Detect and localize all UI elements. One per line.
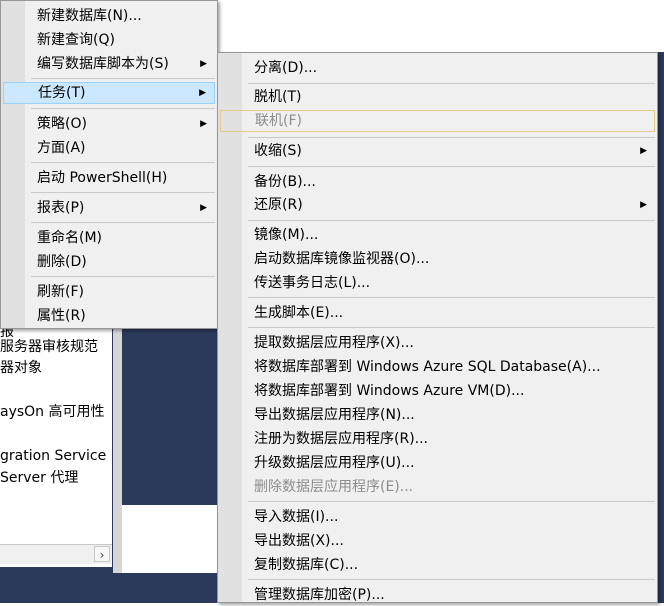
menu-separator xyxy=(31,162,215,163)
menu-separator xyxy=(248,166,655,167)
menu-item-label: 复制数据库(C)... xyxy=(254,557,359,573)
menu-item-label: 任务(T) xyxy=(38,85,86,101)
menu-item-label: 管理数据库加密(P)... xyxy=(254,587,385,603)
menu-item-label: 删除(D) xyxy=(37,254,87,270)
menu-item-deploy-to-azure-sql[interactable]: 将数据库部署到 Windows Azure SQL Database(A)... xyxy=(220,356,655,378)
menu-item-label: 脱机(T) xyxy=(254,89,302,105)
tree-item-alwayson[interactable]: aysOn 高可用性 xyxy=(0,401,105,423)
menu-item-label: 注册为数据层应用程序(R)... xyxy=(254,431,429,447)
menu-item-label: 新建数据库(N)... xyxy=(37,8,142,24)
menu-item-label: 重命名(M) xyxy=(37,230,103,246)
menu-item-label: 提取数据层应用程序(X)... xyxy=(254,335,414,351)
menu-item-import-data[interactable]: 导入数据(I)... xyxy=(220,506,655,528)
menu-item-tasks[interactable]: 任务(T) ▶ xyxy=(3,82,215,104)
menu-separator xyxy=(248,297,655,298)
menu-item-label: 编写数据库脚本为(S) xyxy=(37,56,169,72)
menu-item-backup[interactable]: 备份(B)... xyxy=(220,171,655,193)
menu-item-label: 属性(R) xyxy=(37,308,86,324)
horizontal-scrollbar[interactable]: › xyxy=(0,544,112,564)
menu-item-bring-online[interactable]: 联机(F) xyxy=(220,110,655,132)
menu-item-label: 将数据库部署到 Windows Azure VM(D)... xyxy=(254,383,525,399)
menu-item-label: 备份(B)... xyxy=(254,174,316,190)
database-context-menu: 新建数据库(N)... 新建查询(Q) 编写数据库脚本为(S) ▶ 任务(T) ▶ … xyxy=(0,0,218,329)
scroll-right-icon[interactable]: › xyxy=(94,546,110,562)
menu-item-new-query[interactable]: 新建查询(Q) xyxy=(3,29,215,51)
object-explorer-tree: 报 服务器审核规范 器对象 aysOn 高可用性 gration Service… xyxy=(0,327,112,567)
menu-separator xyxy=(31,192,215,193)
menu-item-label: 将数据库部署到 Windows Azure SQL Database(A)... xyxy=(254,359,601,375)
tasks-submenu: 分离(D)... 脱机(T) 联机(F) 收缩(S) ▶ 备份(B)... 还原(… xyxy=(217,52,658,603)
menu-separator xyxy=(248,83,655,84)
menu-item-deploy-to-azure-vm[interactable]: 将数据库部署到 Windows Azure VM(D)... xyxy=(220,380,655,402)
menu-item-refresh[interactable]: 刷新(F) xyxy=(3,281,215,303)
menu-item-label: 收缩(S) xyxy=(254,143,302,159)
menu-item-delete-data-tier-app[interactable]: 删除数据层应用程序(E)... xyxy=(220,476,655,498)
menu-item-properties[interactable]: 属性(R) xyxy=(3,305,215,327)
vertical-scrollbar[interactable] xyxy=(113,327,122,573)
menu-item-label: 导出数据层应用程序(N)... xyxy=(254,407,415,423)
menu-item-mirror[interactable]: 镜像(M)... xyxy=(220,224,655,246)
menu-item-label: 升级数据层应用程序(U)... xyxy=(254,455,415,471)
menu-item-label: 生成脚本(E)... xyxy=(254,305,344,321)
menu-item-export-data-tier-app[interactable]: 导出数据层应用程序(N)... xyxy=(220,404,655,426)
menu-item-launch-mirroring-monitor[interactable]: 启动数据库镜像监视器(O)... xyxy=(220,248,655,270)
menu-separator xyxy=(248,501,655,502)
menu-item-shrink[interactable]: 收缩(S) ▶ xyxy=(220,140,655,162)
menu-separator xyxy=(31,78,215,79)
menu-item-label: 报表(P) xyxy=(37,200,85,216)
submenu-arrow-icon: ▶ xyxy=(199,88,206,98)
menu-item-label: 导入数据(I)... xyxy=(254,509,339,525)
menu-item-script-database-as[interactable]: 编写数据库脚本为(S) ▶ xyxy=(3,53,215,75)
menu-item-label: 传送事务日志(L)... xyxy=(254,275,371,291)
menu-separator xyxy=(248,137,655,138)
menu-item-restore[interactable]: 还原(R) ▶ xyxy=(220,194,655,216)
menu-item-rename[interactable]: 重命名(M) xyxy=(3,227,215,249)
menu-item-ship-transaction-logs[interactable]: 传送事务日志(L)... xyxy=(220,272,655,294)
menu-item-policies[interactable]: 策略(O) ▶ xyxy=(3,113,215,135)
menu-item-delete[interactable]: 删除(D) xyxy=(3,251,215,273)
menu-item-label: 联机(F) xyxy=(255,113,302,129)
menu-item-export-data[interactable]: 导出数据(X)... xyxy=(220,530,655,552)
menu-item-extract-data-tier-app[interactable]: 提取数据层应用程序(X)... xyxy=(220,332,655,354)
menu-item-label: 策略(O) xyxy=(37,116,87,132)
menu-item-reports[interactable]: 报表(P) ▶ xyxy=(3,197,215,219)
menu-separator xyxy=(248,327,655,328)
menu-item-label: 镜像(M)... xyxy=(254,227,319,243)
menu-item-label: 启动 PowerShell(H) xyxy=(37,170,168,186)
submenu-arrow-icon: ▶ xyxy=(200,203,207,213)
menu-separator xyxy=(31,108,215,109)
menu-separator xyxy=(31,222,215,223)
menu-item-label: 还原(R) xyxy=(254,197,303,213)
tree-item-server-audit-spec[interactable]: 服务器审核规范 xyxy=(0,336,98,358)
menu-item-register-data-tier-app[interactable]: 注册为数据层应用程序(R)... xyxy=(220,428,655,450)
menu-separator xyxy=(31,276,215,277)
document-panel xyxy=(122,505,232,573)
tree-item-server-objects[interactable]: 器对象 xyxy=(0,357,42,379)
submenu-arrow-icon: ▶ xyxy=(640,146,647,156)
menu-item-label: 分离(D)... xyxy=(254,60,318,76)
submenu-arrow-icon: ▶ xyxy=(200,119,207,129)
tree-item-sql-agent[interactable]: Server 代理 xyxy=(0,467,78,489)
submenu-arrow-icon: ▶ xyxy=(200,59,207,69)
tree-item-integration-services[interactable]: gration Service xyxy=(0,445,106,467)
menu-item-start-powershell[interactable]: 启动 PowerShell(H) xyxy=(3,167,215,189)
menu-item-new-database[interactable]: 新建数据库(N)... xyxy=(3,5,215,27)
menu-item-facets[interactable]: 方面(A) xyxy=(3,137,215,159)
menu-item-detach[interactable]: 分离(D)... xyxy=(220,57,655,79)
menu-item-label: 导出数据(X)... xyxy=(254,533,344,549)
menu-item-copy-database[interactable]: 复制数据库(C)... xyxy=(220,554,655,576)
menu-item-label: 新建查询(Q) xyxy=(37,32,115,48)
menu-item-label: 刷新(F) xyxy=(37,284,84,300)
menu-separator xyxy=(248,579,655,580)
menu-item-label: 删除数据层应用程序(E)... xyxy=(254,479,414,495)
menu-item-label: 启动数据库镜像监视器(O)... xyxy=(254,251,430,267)
menu-separator xyxy=(248,220,655,221)
submenu-arrow-icon: ▶ xyxy=(640,200,647,210)
menu-item-take-offline[interactable]: 脱机(T) xyxy=(220,86,655,108)
menu-item-label: 方面(A) xyxy=(37,140,86,156)
menu-item-upgrade-data-tier-app[interactable]: 升级数据层应用程序(U)... xyxy=(220,452,655,474)
menu-item-generate-scripts[interactable]: 生成脚本(E)... xyxy=(220,302,655,324)
